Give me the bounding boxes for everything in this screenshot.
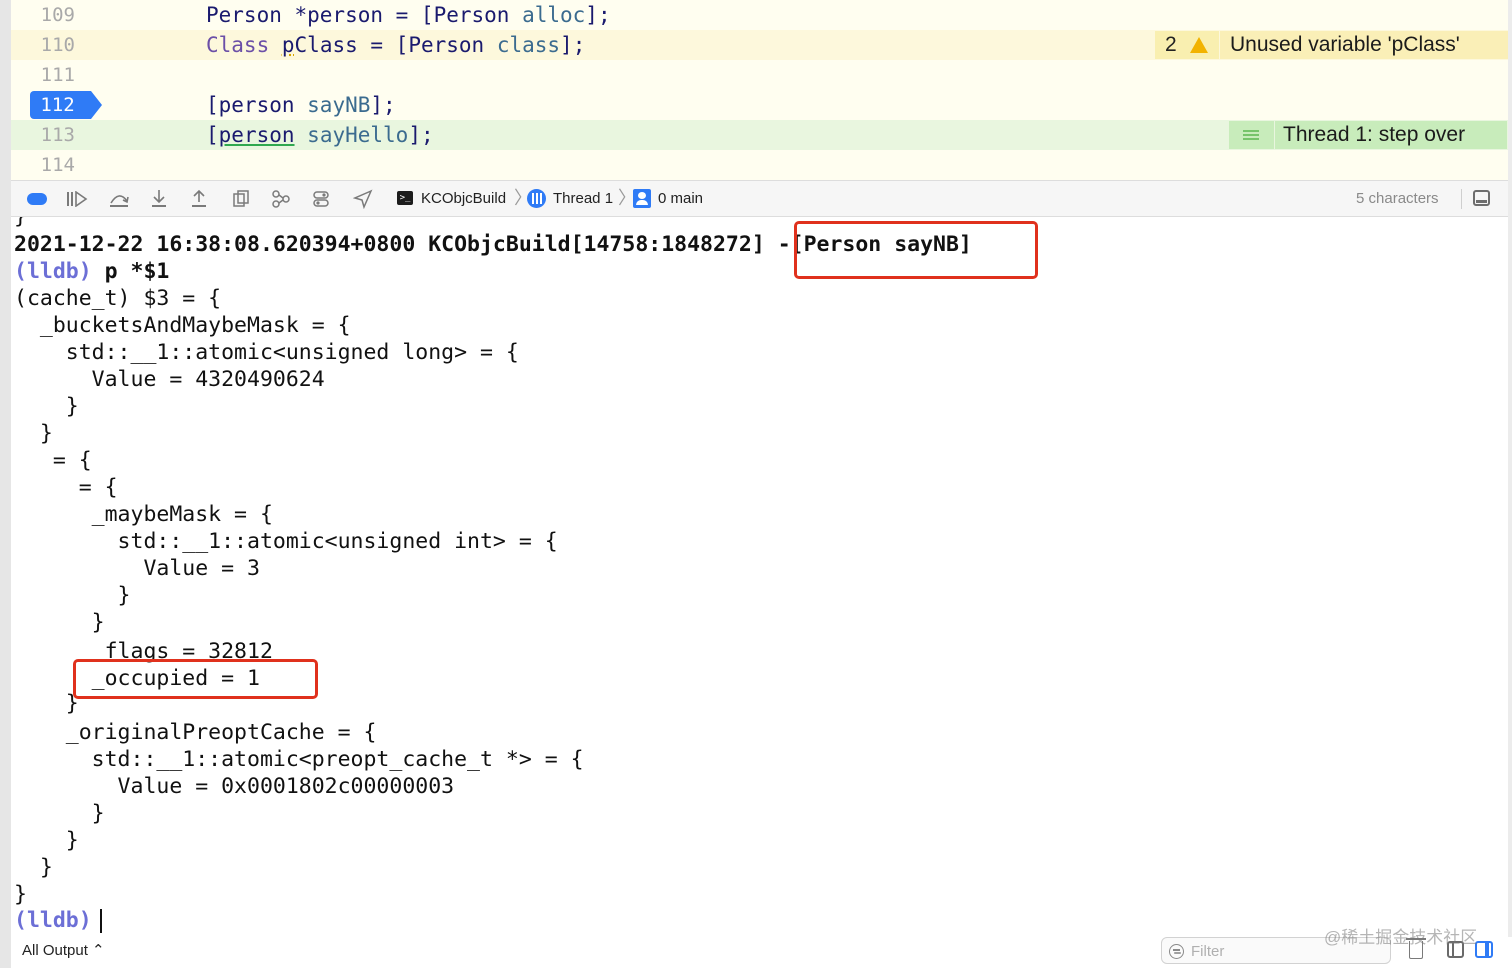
debug-view-hierarchy-icon[interactable] — [229, 188, 253, 210]
simulate-location-icon[interactable] — [351, 188, 375, 210]
step-indicator-icon[interactable] — [1229, 121, 1274, 149]
line-number[interactable]: 113 — [11, 120, 81, 150]
console-output-line: } — [14, 855, 53, 880]
lldb-command: p *$1 — [91, 259, 170, 284]
line-number[interactable]: 114 — [11, 150, 81, 180]
console-output-line: Value = 4320490624 — [14, 367, 325, 392]
console-output-line: } — [14, 882, 27, 907]
console-output-line: Value = 0x0001802c00000003 — [14, 774, 455, 799]
thread-icon — [527, 189, 546, 208]
step-message[interactable]: Thread 1: step over — [1275, 121, 1507, 149]
console-output-line: (cache_t) $3 = { — [14, 286, 222, 311]
step-into-icon[interactable] — [147, 188, 171, 210]
console-output-line: } — [14, 801, 105, 826]
selection-character-count: 5 characters — [1356, 190, 1439, 207]
step-over-icon[interactable] — [107, 188, 131, 210]
console-output-line: } — [14, 610, 105, 635]
continue-icon[interactable] — [65, 188, 89, 210]
code-line: 110 Class pClass = [Person class]; 2 Unu… — [11, 30, 1512, 60]
breakpoints-toggle-icon[interactable] — [25, 188, 49, 210]
text-cursor — [99, 909, 102, 933]
console-output-line: _maybeMask = { — [14, 502, 273, 527]
lldb-prompt: (lldb) — [14, 259, 92, 284]
environment-overrides-icon[interactable] — [309, 188, 333, 210]
debug-bar: >_ KCObjcBuild 〉 Thread 1 〉 0 main 5 cha… — [11, 180, 1512, 217]
line-number[interactable]: 110 — [11, 30, 81, 60]
console-output-line: _originalPreoptCache = { — [14, 720, 377, 745]
console-output-line: } — [14, 691, 79, 716]
terminal-icon: >_ — [397, 191, 413, 205]
console-output-line: std::__1::atomic<unsigned int> = { — [14, 529, 558, 554]
breadcrumb-target[interactable]: KCObjcBuild — [421, 181, 506, 216]
hide-debug-area-icon[interactable] — [1473, 190, 1490, 206]
left-gutter-strip — [0, 0, 11, 968]
memory-graph-icon[interactable] — [269, 188, 293, 210]
code-line-current: 113 [person sayHello]; Thread 1: step ov… — [11, 120, 1512, 150]
line-number[interactable]: 111 — [11, 60, 81, 90]
code-editor[interactable]: 109 Person *person = [Person alloc]; 110… — [11, 0, 1512, 180]
filter-icon — [1169, 944, 1184, 959]
highlight-box-method — [794, 221, 1038, 279]
filter-placeholder: Filter — [1191, 943, 1225, 960]
warning-count-badge[interactable]: 2 — [1155, 31, 1219, 59]
watermark: @稀土掘金技术社区 — [1324, 928, 1478, 947]
console-input-line[interactable]: (lldb) — [14, 907, 102, 934]
scrollbar-track[interactable] — [1508, 0, 1512, 968]
console-output-line: } — [14, 421, 53, 446]
log-prefix: 2021-12-22 16:38:08.620394+0800 KCObjcBu… — [14, 232, 778, 257]
breadcrumb-thread[interactable]: Thread 1 — [553, 181, 613, 216]
warning-count: 2 — [1165, 33, 1177, 56]
code-text[interactable]: [person sayNB]; — [206, 90, 396, 120]
warning-message[interactable]: Unused variable 'pClass' — [1220, 31, 1512, 59]
console-output-line: } — [14, 828, 79, 853]
console-output-line: } — [14, 583, 131, 608]
stack-frame-icon — [633, 189, 651, 208]
console-output-line: _bucketsAndMaybeMask = { — [14, 313, 351, 338]
step-out-icon[interactable] — [187, 188, 211, 210]
code-text[interactable]: Person *person = [Person alloc]; — [206, 0, 611, 30]
output-selector[interactable]: All Output ⌃ — [22, 937, 105, 965]
console-output-line: = { — [14, 475, 118, 500]
code-line: 112 [person sayNB]; — [11, 90, 1512, 120]
breakpoint-marker[interactable]: 112 — [30, 91, 91, 119]
console-output-line: = { — [14, 448, 92, 473]
code-text[interactable]: [person sayHello]; — [206, 120, 434, 150]
line-number[interactable]: 109 — [11, 0, 81, 30]
warning-icon — [1190, 37, 1208, 53]
code-line: 114 — [11, 150, 1512, 180]
code-line: 109 Person *person = [Person alloc]; — [11, 0, 1512, 30]
console-bottom-bar: All Output ⌃ Filter @稀土掘金技术社区 — [11, 928, 1512, 968]
breadcrumb-frame[interactable]: 0 main — [658, 181, 703, 216]
console-output-line: std::__1::atomic<unsigned long> = { — [14, 340, 519, 365]
console-output-line: std::__1::atomic<preopt_cache_t *> = { — [14, 747, 584, 772]
console-output-line: Value = 3 — [14, 556, 260, 581]
debug-console[interactable]: } 2021-12-22 16:38:08.620394+0800 KCObjc… — [11, 217, 1508, 937]
console-output-line: } — [14, 394, 79, 419]
code-line: 111 — [11, 60, 1512, 90]
divider — [1461, 189, 1462, 209]
show-console-view-icon[interactable] — [1475, 941, 1493, 958]
highlight-box-occupied — [73, 659, 318, 699]
console-command-line: (lldb) p *$1 — [14, 258, 169, 285]
console-line: } — [14, 217, 27, 230]
breakpoint-arrow — [91, 91, 102, 119]
code-text[interactable]: Class pClass = [Person class]; — [206, 30, 585, 60]
lldb-prompt: (lldb) — [14, 908, 92, 933]
